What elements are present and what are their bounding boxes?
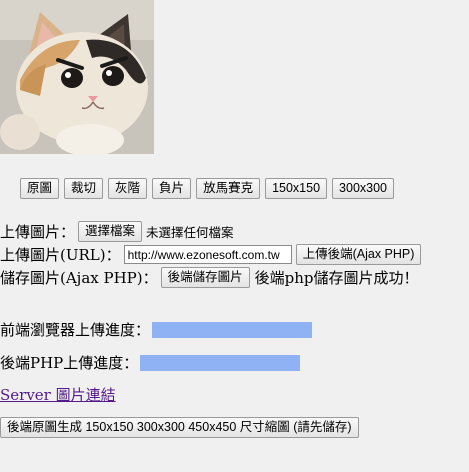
negative-button[interactable]: 負片: [152, 178, 192, 199]
frontend-progress-label: 前端瀏覽器上傳進度：: [0, 321, 151, 339]
backend-progress-row: 後端PHP上傳進度：: [0, 352, 301, 373]
save-status-text: 後端php儲存圖片成功！: [254, 269, 419, 287]
image-toolbar: 原圖 裁切 灰階 負片 放馬賽克 150x150 300x300: [20, 178, 395, 199]
server-image-link[interactable]: Server 圖片連結: [0, 384, 116, 405]
grayscale-button[interactable]: 灰階: [108, 178, 148, 199]
save-row: 儲存圖片(Ajax PHP)： 後端儲存圖片 後端php儲存圖片成功！: [0, 267, 419, 288]
resize-150-button[interactable]: 150x150: [265, 178, 328, 199]
backend-progress-label: 後端PHP上傳進度：: [0, 354, 139, 372]
save-label: 儲存圖片(Ajax PHP)：: [0, 269, 158, 287]
resize-300-button[interactable]: 300x300: [332, 178, 395, 199]
crop-button[interactable]: 裁切: [64, 178, 104, 199]
backend-progress-bar: [140, 354, 301, 371]
upload-url-row: 上傳圖片(URL)： 上傳後端(Ajax PHP): [0, 244, 422, 265]
original-button[interactable]: 原圖: [20, 178, 60, 199]
no-file-text: 未選擇任何檔案: [146, 225, 234, 240]
choose-file-button[interactable]: 選擇檔案: [78, 221, 143, 242]
upload-row: 上傳圖片： 選擇檔案 未選擇任何檔案: [0, 221, 234, 242]
save-backend-button[interactable]: 後端儲存圖片: [160, 267, 250, 288]
frontend-progress-bar: [152, 321, 313, 338]
generate-row: 後端原圖生成 150x150 300x300 450x450 尺寸縮圖 (請先儲…: [0, 417, 359, 438]
server-link-row: Server 圖片連結: [0, 384, 116, 405]
url-input[interactable]: [123, 245, 292, 264]
mosaic-button[interactable]: 放馬賽克: [196, 178, 261, 199]
upload-label: 上傳圖片：: [0, 223, 76, 241]
generate-thumbnails-button[interactable]: 後端原圖生成 150x150 300x300 450x450 尺寸縮圖 (請先儲…: [0, 417, 359, 438]
frontend-progress-row: 前端瀏覽器上傳進度：: [0, 319, 313, 340]
upload-url-label: 上傳圖片(URL)：: [0, 246, 121, 264]
cat-photo: [0, 0, 154, 154]
upload-backend-button[interactable]: 上傳後端(Ajax PHP): [295, 244, 422, 265]
